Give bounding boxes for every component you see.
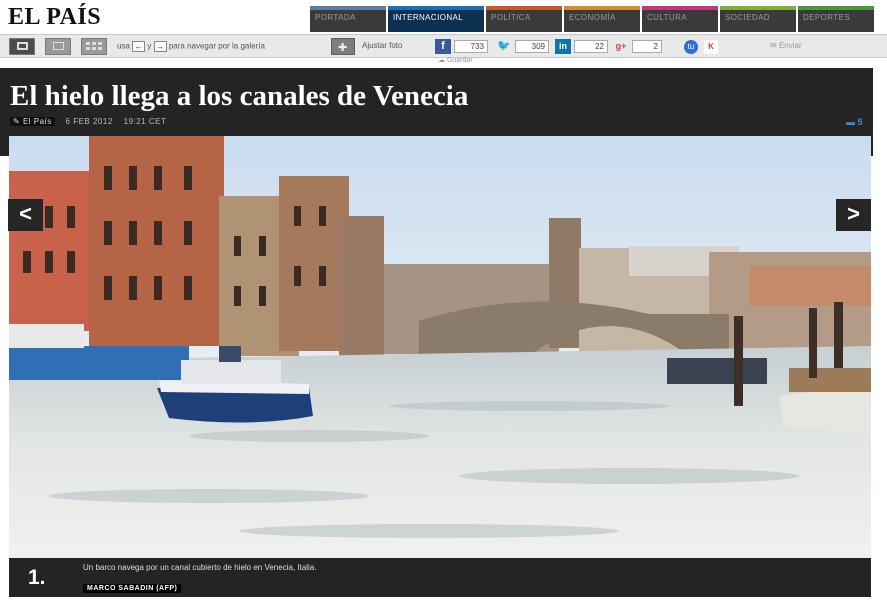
photo-index: 1. — [28, 566, 46, 589]
page-margin — [873, 68, 887, 601]
single-view-icon[interactable] — [9, 38, 35, 55]
gplus-share[interactable]: g+ 2 — [613, 39, 662, 54]
facebook-share[interactable]: f 733 — [435, 39, 488, 54]
comment-bubble-icon: ▬ — [846, 117, 855, 127]
article-date: 6 FEB 2012 — [65, 117, 113, 126]
tab-economia[interactable]: ECONOMÍA — [564, 6, 640, 32]
photo-credit: MARCO SABADIN (AFP) — [83, 584, 182, 593]
nav-hint-mid: y — [147, 41, 152, 51]
gplus-count: 2 — [632, 40, 662, 53]
linkedin-share[interactable]: in 22 — [555, 39, 608, 54]
right-key-icon: → — [153, 41, 167, 52]
facebook-count: 733 — [454, 40, 488, 53]
tab-internacional[interactable]: INTERNACIONAL — [388, 6, 484, 32]
linkedin-icon[interactable]: in — [555, 39, 571, 54]
article-title: El hielo llega a los canales de Venecia — [10, 80, 469, 112]
send-label: Enviar — [778, 41, 802, 50]
twitter-count: 309 — [515, 40, 549, 53]
tuenti-icon[interactable]: tu — [684, 40, 698, 54]
send-link[interactable]: ✉ Enviar — [770, 41, 802, 50]
next-photo-button[interactable]: > — [836, 199, 871, 231]
envelope-icon: ✉ — [770, 41, 777, 50]
save-label: Guardar — [446, 57, 473, 64]
comment-count: 5 — [857, 117, 863, 127]
twitter-icon[interactable]: 🐦 — [496, 39, 512, 54]
article-meta: ✎ El País 6 FEB 2012 19:21 CET — [10, 117, 166, 126]
article-time: 19:21 CET — [123, 117, 167, 126]
tab-politica[interactable]: POLÍTICA — [486, 6, 562, 32]
save-icon: ☁ — [438, 57, 445, 64]
thumbnail-grid-icon[interactable] — [81, 38, 107, 55]
comments-link[interactable]: ▬ 5 — [846, 117, 863, 127]
google-plus-icon[interactable]: g+ — [613, 39, 629, 54]
source-badge: ✎ El País — [10, 117, 55, 126]
gallery-toolbar: usa ← y → para navegar por la galería ✚ … — [0, 34, 887, 58]
left-key-icon: ← — [132, 41, 146, 52]
nav-hint-suffix: para navegar por la galería — [168, 41, 265, 51]
fit-photo-icon: ✚ — [338, 42, 348, 54]
nav-hint-prefix: usa — [117, 41, 130, 51]
save-link[interactable]: ☁ Guardar — [438, 56, 473, 64]
fit-photo-button[interactable]: ✚ — [331, 38, 355, 55]
meneame-icon[interactable]: K — [704, 40, 718, 54]
tab-deportes[interactable]: DEPORTES — [798, 6, 874, 32]
facebook-icon[interactable]: f — [435, 39, 451, 54]
linkedin-count: 22 — [574, 40, 608, 53]
tab-sociedad[interactable]: SOCIEDAD — [720, 6, 796, 32]
twitter-share[interactable]: 🐦 309 — [496, 39, 549, 54]
tab-cultura[interactable]: CULTURA — [642, 6, 718, 32]
keyboard-nav-hint: usa ← y → para navegar por la galería — [117, 41, 265, 52]
previous-photo-button[interactable]: < — [8, 199, 43, 231]
gallery-photo[interactable] — [9, 136, 871, 558]
source-label: El País — [22, 117, 52, 126]
section-nav: PORTADA INTERNACIONAL POLÍTICA ECONOMÍA … — [310, 6, 874, 32]
photo-caption: Un barco navega por un canal cubierto de… — [83, 563, 317, 572]
fit-photo-label[interactable]: Ajustar foto — [362, 41, 402, 50]
edit-icon: ✎ — [13, 117, 21, 126]
el-pais-logo[interactable]: EL PAÍS — [8, 4, 101, 31]
medium-view-icon[interactable] — [45, 38, 71, 55]
tab-portada[interactable]: PORTADA — [310, 6, 386, 32]
